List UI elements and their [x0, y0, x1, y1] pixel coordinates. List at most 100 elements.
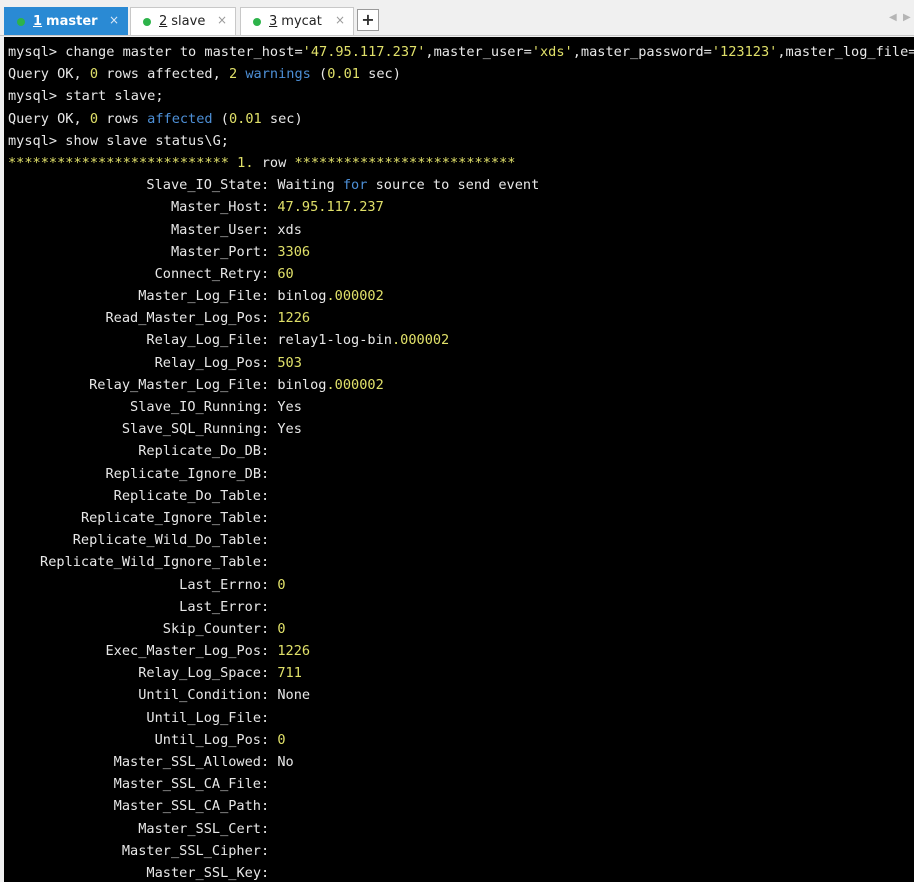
status-field: Replicate_Wild_Ignore_Table: [8, 551, 914, 573]
close-icon[interactable]: × [217, 13, 227, 27]
result-text: Query OK, [8, 66, 90, 83]
close-icon[interactable]: × [335, 13, 345, 27]
terminal-line: Query OK, 0 rows affected (0.01 sec) [8, 108, 914, 130]
field-colon: : [261, 620, 278, 637]
field-key: Replicate_Ignore_Table [80, 509, 261, 526]
terminal-line: mysql> show slave status\G; [8, 130, 914, 152]
field-colon: : [261, 265, 278, 282]
status-field: Read_Master_Log_Pos: 1226 [8, 307, 914, 329]
status-field: Connect_Retry: 60 [8, 263, 914, 285]
field-colon: : [261, 376, 278, 393]
field-key: Connect_Retry [154, 265, 261, 282]
string-literal: 'xds' [531, 44, 573, 60]
tab-slave[interactable]: 2 slave × [130, 7, 236, 35]
field-key: Master_User [170, 221, 261, 238]
field-key: Last_Errno [179, 576, 261, 593]
field-value-keyword: for [342, 177, 368, 194]
field-colon: : [261, 532, 278, 549]
field-key: Until_Log_File [146, 709, 261, 726]
field-colon: : [261, 288, 278, 305]
field-key: Master_SSL_Allowed [113, 754, 261, 770]
chevron-right-icon[interactable]: ▶ [903, 12, 911, 23]
field-value: No [277, 754, 294, 770]
tab-master[interactable]: 1 master × [4, 7, 128, 35]
field-value: xds [277, 221, 302, 238]
number: 0.01 [229, 110, 262, 127]
field-colon: : [261, 310, 278, 327]
field-key: Slave_IO_State [146, 177, 261, 194]
field-key: Read_Master_Log_Pos [105, 310, 262, 327]
field-value: 503 [277, 354, 302, 371]
status-field: Until_Condition: None [8, 684, 914, 706]
field-value-number: .000002 [326, 376, 384, 393]
field-colon: : [261, 177, 278, 194]
field-colon: : [261, 864, 278, 881]
status-field: Master_SSL_Key: [8, 862, 914, 882]
field-key: Slave_IO_Running [130, 399, 261, 415]
field-colon: : [261, 221, 278, 238]
result-text: ( [310, 66, 328, 83]
field-value: source to send event [367, 177, 540, 194]
field-colon: : [261, 820, 278, 837]
field-value: Yes [277, 421, 302, 438]
field-key: Relay_Log_File [146, 332, 261, 349]
status-field: Slave_IO_Running: Yes [8, 396, 914, 418]
status-field: Replicate_Do_DB: [8, 440, 914, 462]
command-text: show slave status\G; [65, 132, 229, 149]
command-text: ,master_log_file= [777, 44, 914, 60]
field-key: Master_SSL_CA_Path [113, 798, 261, 815]
prompt: mysql> [8, 88, 66, 105]
field-key: Replicate_Wild_Do_Table [72, 532, 261, 549]
field-key: Replicate_Do_DB [138, 443, 261, 460]
prompt: mysql> [8, 44, 66, 60]
field-key: Relay_Log_Pos [154, 354, 261, 371]
field-key: Relay_Log_Space [138, 665, 261, 682]
row-stars: *************************** [294, 154, 516, 171]
string-literal: '123123' [711, 44, 778, 60]
status-field: Replicate_Ignore_Table: [8, 507, 914, 529]
number: 2 [228, 66, 238, 83]
field-key: Master_Host [170, 199, 261, 216]
status-dot-icon [143, 17, 151, 26]
number: 0.01 [327, 66, 360, 83]
status-field: Master_SSL_CA_File: [8, 773, 914, 795]
status-field: Master_SSL_Allowed: No [8, 751, 914, 773]
result-text: Query OK, [8, 110, 90, 127]
status-field: Relay_Log_Pos: 503 [8, 352, 914, 374]
status-field: Master_SSL_CA_Path: [8, 795, 914, 817]
number: 0 [89, 66, 99, 83]
chevron-left-icon[interactable]: ◀ [889, 12, 897, 23]
field-colon: : [261, 509, 278, 526]
tab-number: 3 [269, 14, 278, 29]
status-field: Replicate_Do_Table: [8, 485, 914, 507]
tab-mycat[interactable]: 3 mycat × [240, 7, 354, 35]
status-field: Replicate_Ignore_DB: [8, 463, 914, 485]
field-value: binlog [277, 288, 327, 305]
field-colon: : [261, 399, 278, 415]
status-field: Exec_Master_Log_Pos: 1226 [8, 640, 914, 662]
result-text: ( [212, 110, 229, 127]
plus-icon[interactable]: + [357, 9, 379, 31]
field-value: Waiting [277, 177, 343, 194]
row-header: *************************** 1. row *****… [8, 152, 914, 174]
field-value: 1226 [277, 310, 311, 327]
terminal-pane[interactable]: mysql> change master to master_host='47.… [4, 37, 914, 882]
prompt: mysql> [8, 132, 66, 149]
field-colon: : [261, 332, 278, 349]
close-icon[interactable]: × [109, 13, 119, 27]
field-value: 1226 [277, 643, 311, 660]
field-key: Until_Log_Pos [154, 731, 261, 748]
terminal-line: Query OK, 0 rows affected, 2 warnings (0… [8, 63, 914, 85]
field-key: Replicate_Do_Table [113, 487, 261, 504]
status-field: Master_Port: 3306 [8, 241, 914, 263]
terminal-line: mysql> change master to master_host='47.… [8, 41, 914, 63]
field-colon: : [261, 643, 278, 660]
field-key: Exec_Master_Log_Pos [105, 643, 262, 660]
result-text: rows affected, [98, 66, 229, 83]
field-colon: : [261, 754, 278, 770]
field-value: 711 [277, 665, 302, 682]
field-key: Master_SSL_CA_File [113, 776, 261, 793]
field-key: Master_SSL_Cipher [121, 842, 261, 859]
field-key: Replicate_Ignore_DB [105, 465, 262, 482]
status-field: Master_User: xds [8, 219, 914, 241]
